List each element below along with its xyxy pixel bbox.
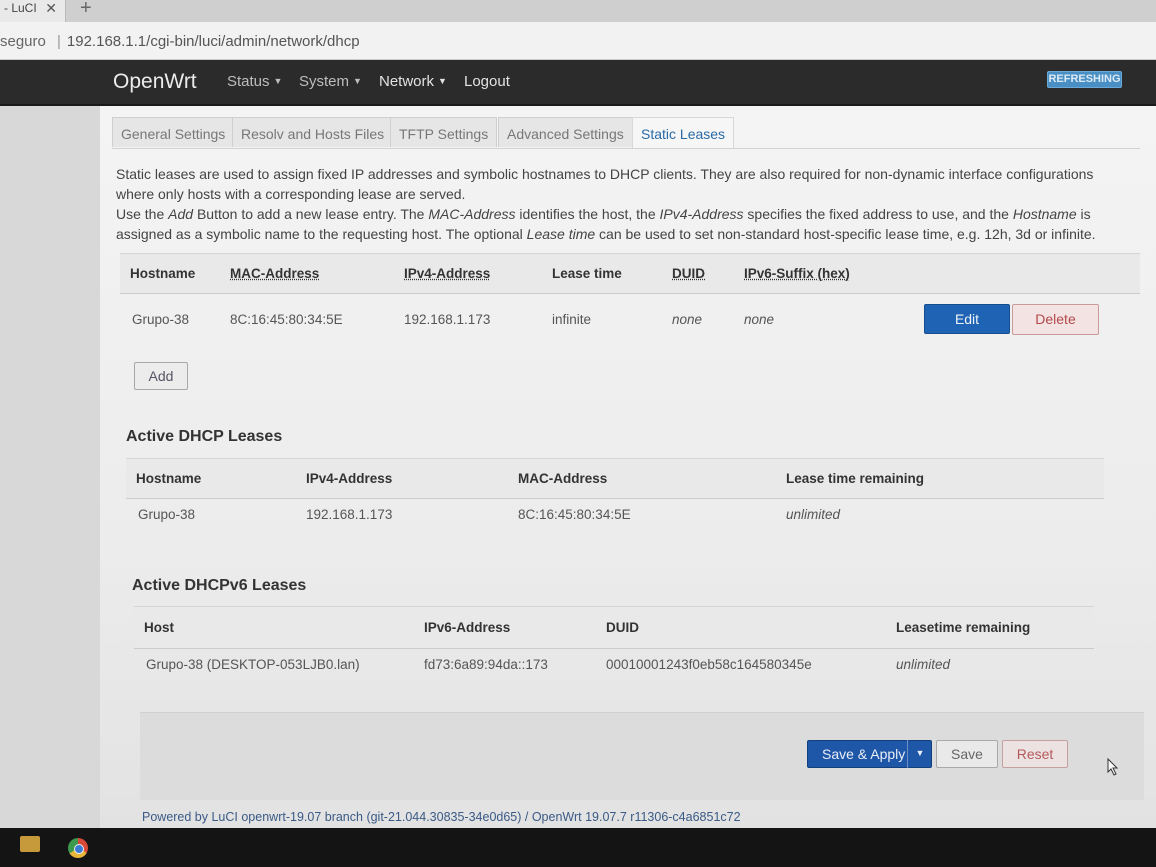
column-header: Hostname [136,471,202,486]
active-dhcpv6-title: Active DHCPv6 Leases [132,577,307,594]
edit-button[interactable]: Edit [924,304,1010,334]
mouse-cursor-icon [1107,758,1119,776]
column-header: IPv4-Address [404,254,552,294]
browser-tab-title: - LuCI [4,1,37,15]
browser-tabstrip: - LuCI ✕ + [0,0,1156,22]
save-button[interactable]: Save [936,740,998,768]
cell-ipv4: 192.168.1.173 [306,507,393,523]
column-header: IPv6-Suffix (hex) [744,254,1140,294]
brand-logo[interactable]: OpenWrt [113,70,197,94]
file-explorer-icon[interactable] [20,836,40,852]
chevron-down-icon: ▼ [273,76,283,86]
column-header: IPv4-Address [306,471,393,486]
refreshing-badge[interactable]: REFRESHING [1047,71,1122,88]
menu-status-label: Status [227,73,270,90]
column-header: Lease time remaining [786,471,925,486]
column-header-label: IPv4-Address [404,266,491,281]
menu-system-label: System [299,73,350,90]
main-content: General Settings Resolv and Hosts Files … [100,106,1156,836]
security-label: seguro [0,33,46,50]
cell-ipv4: 192.168.1.173 [404,312,491,328]
desc-text: Button to add a new lease entry. The [193,206,429,222]
column-header: MAC-Address [230,254,404,294]
column-header-label: DUID [672,266,705,281]
tab-tftp-settings[interactable]: TFTP Settings [390,117,498,147]
cell-host: Grupo-38 (DESKTOP-053LJB0.lan) [146,657,360,673]
column-header: Leasetime remaining [896,620,1031,635]
column-header: MAC-Address [518,471,608,486]
chevron-down-icon[interactable]: ▼ [907,740,932,768]
cell-hostname: Grupo-38 [132,312,190,328]
description-line-1: Static leases are used to assign fixed I… [116,166,1094,202]
menu-system[interactable]: System ▼ [299,73,362,90]
cell-lease-time: infinite [552,312,592,328]
delete-button[interactable]: Delete [1012,304,1099,335]
tab-resolv-hosts[interactable]: Resolv and Hosts Files [232,117,394,147]
table-header-row: Hostname MAC-Address IPv4-Address Lease … [120,253,1140,294]
desc-emph: Add [168,206,194,222]
cell-hostname: Grupo-38 [138,507,196,523]
menu-logout[interactable]: Logout [464,73,510,90]
cell-remaining: unlimited [896,657,951,673]
cell-remaining: unlimited [786,507,841,523]
tab-general-settings[interactable]: General Settings [112,117,235,147]
address-separator: | [57,33,61,50]
table-row: Grupo-38 (DESKTOP-053LJB0.lan) fd73:6a89… [134,649,1094,681]
column-header: DUID [672,254,744,294]
column-header: Hostname [130,266,196,281]
top-navbar: OpenWrt Status ▼ System ▼ Network ▼ Logout … [0,60,1156,106]
desc-emph: Hostname [1012,206,1077,222]
tab-divider [112,148,1140,149]
column-header: DUID [606,620,639,635]
browser-tab[interactable]: - LuCI ✕ [0,0,66,22]
desc-text: specifies the fixed address to use, and … [743,206,1013,222]
desc-text: identifies the host, the [515,206,660,222]
column-header: IPv6-Address [424,620,511,635]
tab-static-leases[interactable]: Static Leases [632,117,735,149]
reset-button[interactable]: Reset [1002,740,1068,768]
column-header: Host [144,620,174,635]
menu-network[interactable]: Network ▼ [379,73,447,90]
cell-duid: 00010001243f0eb58c164580345e [606,657,812,673]
add-button[interactable]: Add [134,362,188,390]
cell-ipv6: fd73:6a89:94da::173 [424,657,548,673]
chrome-icon[interactable] [68,838,88,858]
tab-advanced-settings[interactable]: Advanced Settings [498,117,633,147]
cell-mac: 8C:16:45:80:34:5E [518,507,631,523]
chevron-down-icon: ▼ [438,76,447,86]
desc-emph: MAC-Address [428,206,516,222]
column-header-label: MAC-Address [230,266,320,281]
active-dhcp-table: Hostname IPv4-Address MAC-Address Lease … [126,458,1104,531]
footer-powered-by[interactable]: Powered by LuCI openwrt-19.07 branch (gi… [142,810,741,824]
menu-status[interactable]: Status ▼ [227,73,282,90]
chevron-down-icon: ▼ [353,76,362,86]
menu-network-label: Network [379,73,435,90]
section-description: Static leases are used to assign fixed I… [116,164,1096,244]
table-row: Grupo-38 192.168.1.173 8C:16:45:80:34:5E… [126,499,1104,531]
active-dhcp-title: Active DHCP Leases [126,428,283,445]
active-dhcpv6-table: Host IPv6-Address DUID Leasetime remaini… [134,606,1094,681]
desc-emph: Lease time [526,226,596,242]
table-header-row: Hostname IPv4-Address MAC-Address Lease … [126,458,1104,499]
new-tab-icon[interactable]: + [80,0,92,20]
description-line-2: Use the Add Button to add a new lease en… [116,204,1096,244]
column-header: Lease time [552,266,622,281]
table-header-row: Host IPv6-Address DUID Leasetime remaini… [134,606,1094,649]
column-header-label: IPv6-Suffix (hex) [744,266,850,281]
os-taskbar [0,828,1156,867]
desc-emph: IPv4-Address [659,206,744,222]
url-text[interactable]: 192.168.1.1/cgi-bin/luci/admin/network/d… [67,33,360,50]
cell-mac: 8C:16:45:80:34:5E [230,312,343,328]
close-icon[interactable]: ✕ [45,0,57,17]
desc-text: Use the [116,206,169,222]
address-bar[interactable]: seguro | 192.168.1.1/cgi-bin/luci/admin/ne… [0,22,1156,60]
desc-text: can be used to set non-standard host-spe… [595,226,1096,242]
cell-duid: none [672,312,703,328]
